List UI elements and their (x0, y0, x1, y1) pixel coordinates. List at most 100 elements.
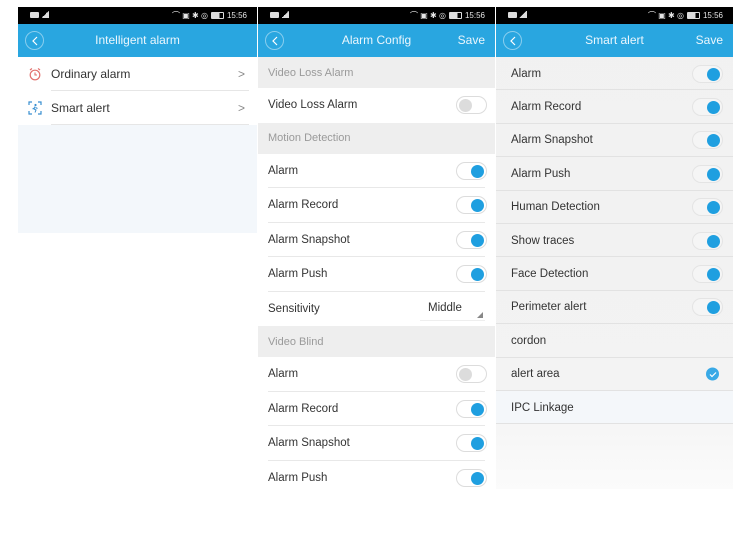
chevron-right-icon: > (237, 101, 245, 115)
message-icon (508, 11, 517, 18)
status-left-icons (270, 11, 289, 18)
alarm-push-toggle[interactable] (692, 164, 723, 183)
divider (496, 423, 733, 425)
status-time: 15:56 (702, 11, 723, 20)
alarm-push-toggle[interactable] (456, 265, 487, 284)
setting-row-video-loss-alarm: Video Loss Alarm (258, 88, 495, 123)
setting-row-alarm-snapshot: Alarm Snapshot (258, 426, 495, 461)
alarm-push-toggle[interactable] (456, 468, 487, 487)
page-title: Intelligent alarm (95, 33, 180, 47)
setting-label: Alarm (511, 67, 542, 80)
setting-row-ipc-linkage[interactable]: IPC Linkage (496, 390, 733, 425)
setting-label: Perimeter alert (511, 301, 587, 314)
face-detection-toggle[interactable] (692, 265, 723, 284)
status-bar: ⌒ ▣ ✱ ◎ 15:56 (18, 7, 257, 24)
status-glyphs-icon: ⌒ ▣ ✱ ◎ (648, 11, 684, 20)
setting-label: Alarm Record (511, 101, 582, 114)
toggle-knob (459, 368, 472, 382)
setting-row-alarm-record: Alarm Record (496, 90, 733, 124)
setting-label: Alarm Push (511, 167, 571, 180)
status-right-icons: ⌒ ▣ ✱ ◎ 15:56 (172, 10, 247, 21)
status-time: 15:56 (464, 11, 485, 20)
setting-label: Face Detection (511, 268, 589, 281)
alarm-record-toggle[interactable] (456, 196, 487, 215)
setting-label: Alarm Snapshot (268, 437, 350, 450)
alarm-record-toggle[interactable] (456, 399, 487, 418)
section-header-motion-detection: Motion Detection (258, 122, 495, 154)
status-right-icons: ⌒ ▣ ✱ ◎ 15:56 (648, 10, 723, 21)
setting-label: IPC Linkage (511, 401, 574, 414)
setting-row-alert-area[interactable]: alert area (496, 358, 733, 391)
status-bar: ⌒ ▣ ✱ ◎ 15:56 (496, 7, 733, 24)
message-icon (30, 11, 39, 18)
alarm-toggle[interactable] (456, 161, 487, 180)
toggle-knob (471, 437, 484, 451)
setting-label: Alarm Push (268, 471, 328, 484)
menu-item-ordinary-alarm[interactable]: Ordinary alarm > (18, 57, 257, 91)
alarm-snapshot-toggle[interactable] (456, 230, 487, 249)
setting-row-alarm-push: Alarm Push (496, 157, 733, 191)
app-header: Intelligent alarm (18, 24, 257, 57)
alarm-config-list: Video Loss Alarm Video Loss Alarm Motion D… (258, 57, 495, 495)
toggle-knob (707, 67, 720, 81)
setting-row-alarm-push: Alarm Push (258, 460, 495, 495)
toggle-knob (707, 268, 720, 282)
list-footer (258, 495, 495, 507)
smart-alert-list: Alarm Alarm Record Alarm Snapshot Alarm Pus… (496, 57, 733, 425)
perimeter-alert-toggle[interactable] (692, 298, 723, 317)
signal-icon (281, 11, 289, 18)
setting-row-alarm-snapshot: Alarm Snapshot (496, 124, 733, 158)
toggle-knob (707, 234, 720, 248)
toggle-knob (459, 99, 472, 113)
setting-label: Alarm Record (268, 199, 339, 212)
divider (51, 124, 249, 125)
intelligent-alarm-screen: ⌒ ▣ ✱ ◎ 15:56 Intelligent alarm Ordinary… (18, 7, 257, 233)
setting-row-alarm-snapshot: Alarm Snapshot (258, 222, 495, 257)
alarm-toggle[interactable] (692, 64, 723, 83)
toggle-knob (707, 101, 720, 115)
dropdown-caret-icon (477, 311, 483, 318)
menu-item-smart-alert[interactable]: Smart alert > (18, 91, 257, 125)
human-detection-toggle[interactable] (692, 198, 723, 217)
alarm-toggle[interactable] (456, 365, 487, 384)
setting-row-sensitivity: Sensitivity Middle (258, 291, 495, 326)
show-traces-toggle[interactable] (692, 231, 723, 250)
setting-label: Alarm (268, 368, 299, 381)
toggle-knob (471, 164, 484, 178)
setting-label: Alarm Push (268, 268, 328, 281)
smart-alert-screen: ⌒ ▣ ✱ ◎ 15:56 Smart alert Save Alarm Alar… (496, 7, 733, 489)
setting-label: alert area (511, 368, 560, 381)
battery-icon (210, 12, 224, 19)
setting-label: Sensitivity (268, 302, 320, 315)
chevron-right-icon: > (237, 67, 245, 81)
alarm-record-toggle[interactable] (692, 98, 723, 117)
battery-icon (686, 12, 700, 19)
setting-row-alarm-record: Alarm Record (258, 391, 495, 426)
setting-label: Alarm (268, 164, 299, 177)
status-glyphs-icon: ⌒ ▣ ✱ ◎ (410, 11, 446, 20)
setting-row-cordon[interactable]: cordon (496, 324, 733, 358)
setting-label: Alarm Snapshot (511, 134, 593, 147)
toggle-knob (707, 301, 720, 315)
toggle-knob (471, 233, 484, 247)
status-left-icons (508, 11, 527, 18)
toggle-knob (471, 268, 484, 282)
setting-label: Alarm Record (268, 402, 339, 415)
status-right-icons: ⌒ ▣ ✱ ◎ 15:56 (410, 10, 485, 21)
select-value: Middle (428, 301, 462, 314)
save-button[interactable]: Save (696, 33, 723, 47)
app-header: Smart alert Save (496, 24, 733, 57)
alarm-snapshot-toggle[interactable] (456, 434, 487, 453)
setting-row-alarm: Alarm (258, 357, 495, 392)
alarm-clock-icon (28, 67, 42, 81)
save-button[interactable]: Save (458, 33, 485, 47)
menu-item-label: Ordinary alarm (51, 67, 131, 81)
setting-row-alarm-push: Alarm Push (258, 257, 495, 292)
battery-icon (448, 12, 462, 19)
video-loss-alarm-toggle[interactable] (456, 96, 487, 115)
sensitivity-select[interactable]: Middle (420, 299, 485, 321)
alarm-snapshot-toggle[interactable] (692, 131, 723, 150)
toggle-knob (707, 134, 720, 148)
toggle-knob (471, 402, 484, 416)
section-header-video-loss-alarm: Video Loss Alarm (258, 57, 495, 88)
